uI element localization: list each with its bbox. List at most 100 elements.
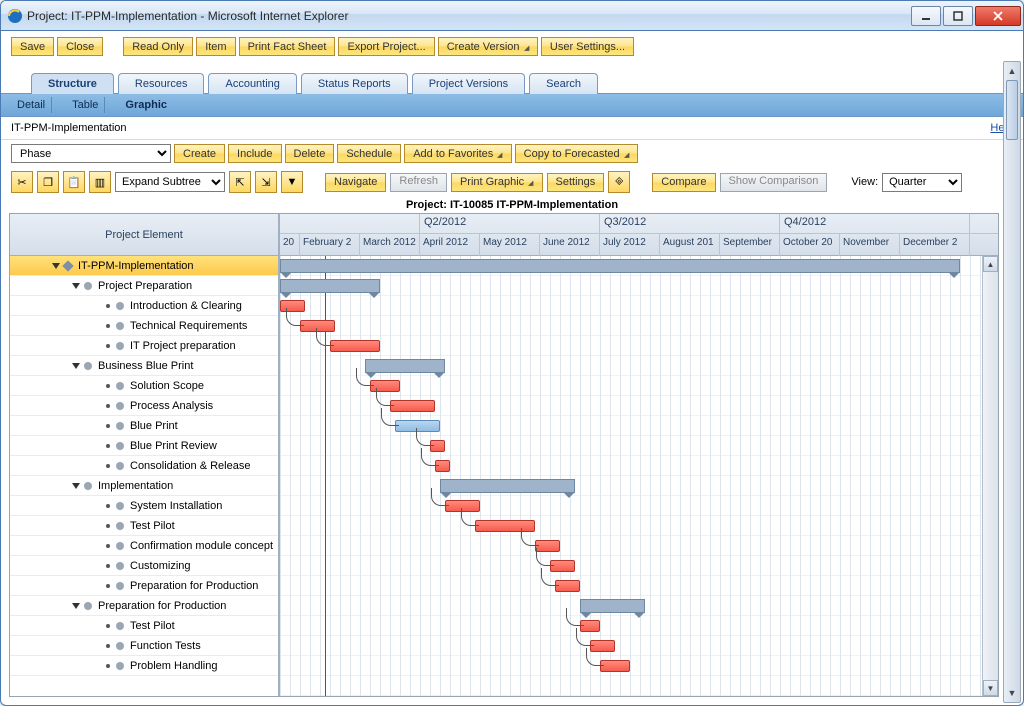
ie-icon [7, 8, 23, 24]
client-area: Save Close Read Only Item Print Fact She… [1, 31, 1023, 705]
task-bar[interactable] [600, 660, 630, 672]
month-header: October 20 [780, 234, 840, 256]
filter-icon[interactable]: ▼ [281, 171, 303, 193]
close-button[interactable]: Close [57, 37, 103, 56]
compare-button[interactable]: Compare [652, 173, 715, 192]
node-icon [84, 362, 92, 370]
dependency-link [461, 508, 479, 526]
expand-subtree-select[interactable]: Expand Subtree [115, 172, 225, 192]
print-fact-sheet-button[interactable]: Print Fact Sheet [239, 37, 336, 56]
summary-bar[interactable] [440, 479, 575, 493]
expand-toggle-icon[interactable] [52, 263, 60, 269]
tree-row[interactable]: Preparation for Production [10, 596, 278, 616]
schedule-button[interactable]: Schedule [337, 144, 401, 163]
settings-icon[interactable]: 🞜 [608, 171, 630, 193]
copy-icon[interactable]: ❐ [37, 171, 59, 193]
summary-bar[interactable] [280, 279, 380, 293]
user-settings-button[interactable]: User Settings... [541, 37, 634, 56]
tab-status-reports[interactable]: Status Reports [301, 73, 408, 94]
tree-row[interactable]: Problem Handling [10, 656, 278, 676]
tree-row[interactable]: System Installation [10, 496, 278, 516]
tree-row-label: Technical Requirements [130, 320, 247, 332]
subtab-detail[interactable]: Detail [11, 97, 52, 113]
dropdown-icon [522, 41, 529, 53]
maximize-button[interactable] [943, 6, 973, 26]
tree-row[interactable]: Solution Scope [10, 376, 278, 396]
tab-structure[interactable]: Structure [31, 73, 114, 94]
close-window-button[interactable] [975, 6, 1021, 26]
tree-row[interactable]: Business Blue Print [10, 356, 278, 376]
add-to-favorites-button[interactable]: Add to Favorites [404, 144, 511, 163]
tree-row[interactable]: Technical Requirements [10, 316, 278, 336]
expand-toggle-icon[interactable] [72, 603, 80, 609]
tree-row[interactable]: Confirmation module concept [10, 536, 278, 556]
create-button[interactable]: Create [174, 144, 225, 163]
refresh-button[interactable]: Refresh [390, 173, 447, 192]
page-vertical-scrollbar[interactable]: ▲ ▼ [1003, 61, 1021, 703]
node-icon [116, 342, 124, 350]
tree-row[interactable]: Test Pilot [10, 516, 278, 536]
timeline-body[interactable] [280, 256, 998, 696]
save-button[interactable]: Save [11, 37, 54, 56]
print-graphic-button[interactable]: Print Graphic [451, 173, 543, 192]
quarter-header: Q2/2012 [420, 214, 600, 233]
expand-toggle-icon[interactable] [72, 363, 80, 369]
node-icon [116, 662, 124, 670]
tree-row[interactable]: Customizing [10, 556, 278, 576]
include-button[interactable]: Include [228, 144, 281, 163]
paste-icon[interactable]: 📋 [63, 171, 85, 193]
bullet-icon [106, 344, 110, 348]
collapse-icon[interactable]: ⇱ [229, 171, 251, 193]
item-button[interactable]: Item [196, 37, 235, 56]
summary-bar[interactable] [280, 259, 960, 273]
tree-row[interactable]: Blue Print [10, 416, 278, 436]
tree-row[interactable]: Preparation for Production [10, 576, 278, 596]
tab-project-versions[interactable]: Project Versions [412, 73, 525, 94]
readonly-button[interactable]: Read Only [123, 37, 193, 56]
tree-row[interactable]: Blue Print Review [10, 436, 278, 456]
scroll-up-icon[interactable]: ▲ [1004, 62, 1020, 80]
dependency-link [536, 548, 554, 566]
task-bar[interactable] [330, 340, 380, 352]
tree-row[interactable]: Function Tests [10, 636, 278, 656]
tree-row[interactable]: IT Project preparation [10, 336, 278, 356]
export-project-button[interactable]: Export Project... [338, 37, 434, 56]
tree-row[interactable]: Implementation [10, 476, 278, 496]
project-icon [62, 260, 73, 271]
copy-to-forecasted-button[interactable]: Copy to Forecasted [515, 144, 638, 163]
delete-button[interactable]: Delete [285, 144, 335, 163]
tree-row[interactable]: Project Preparation [10, 276, 278, 296]
navigate-button[interactable]: Navigate [325, 173, 386, 192]
node-icon [116, 302, 124, 310]
tree-row[interactable]: Introduction & Clearing [10, 296, 278, 316]
tab-search[interactable]: Search [529, 73, 598, 94]
tab-accounting[interactable]: Accounting [208, 73, 296, 94]
subtab-table[interactable]: Table [66, 97, 105, 113]
scroll-down-icon[interactable]: ▼ [983, 680, 998, 696]
expand-icon[interactable]: ⇲ [255, 171, 277, 193]
summary-bar[interactable] [580, 599, 645, 613]
expand-toggle-icon[interactable] [72, 483, 80, 489]
tree-row[interactable]: IT-PPM-Implementation [10, 256, 278, 276]
cut-icon[interactable]: ✂ [11, 171, 33, 193]
tree-row[interactable]: Process Analysis [10, 396, 278, 416]
create-version-button[interactable]: Create Version [438, 37, 538, 56]
minimize-button[interactable] [911, 6, 941, 26]
gantt-vertical-scrollbar[interactable]: ▲ ▼ [982, 256, 998, 696]
expand-toggle-icon[interactable] [72, 283, 80, 289]
summary-bar[interactable] [365, 359, 445, 373]
main-toolbar: Save Close Read Only Item Print Fact She… [1, 31, 1023, 62]
view-select[interactable]: Quarter [882, 173, 962, 192]
scroll-down-icon[interactable]: ▼ [1004, 684, 1020, 702]
subtab-graphic[interactable]: Graphic [119, 97, 173, 113]
settings-button[interactable]: Settings [547, 173, 605, 192]
tab-resources[interactable]: Resources [118, 73, 205, 94]
show-comparison-button[interactable]: Show Comparison [720, 173, 828, 192]
scroll-up-icon[interactable]: ▲ [983, 256, 998, 272]
scrollbar-thumb[interactable] [1006, 80, 1018, 140]
tree-row[interactable]: Consolidation & Release [10, 456, 278, 476]
element-type-select[interactable]: Phase [11, 144, 171, 163]
tree-header: Project Element [10, 214, 278, 256]
layout-icon[interactable]: ▥ [89, 171, 111, 193]
tree-row[interactable]: Test Pilot [10, 616, 278, 636]
